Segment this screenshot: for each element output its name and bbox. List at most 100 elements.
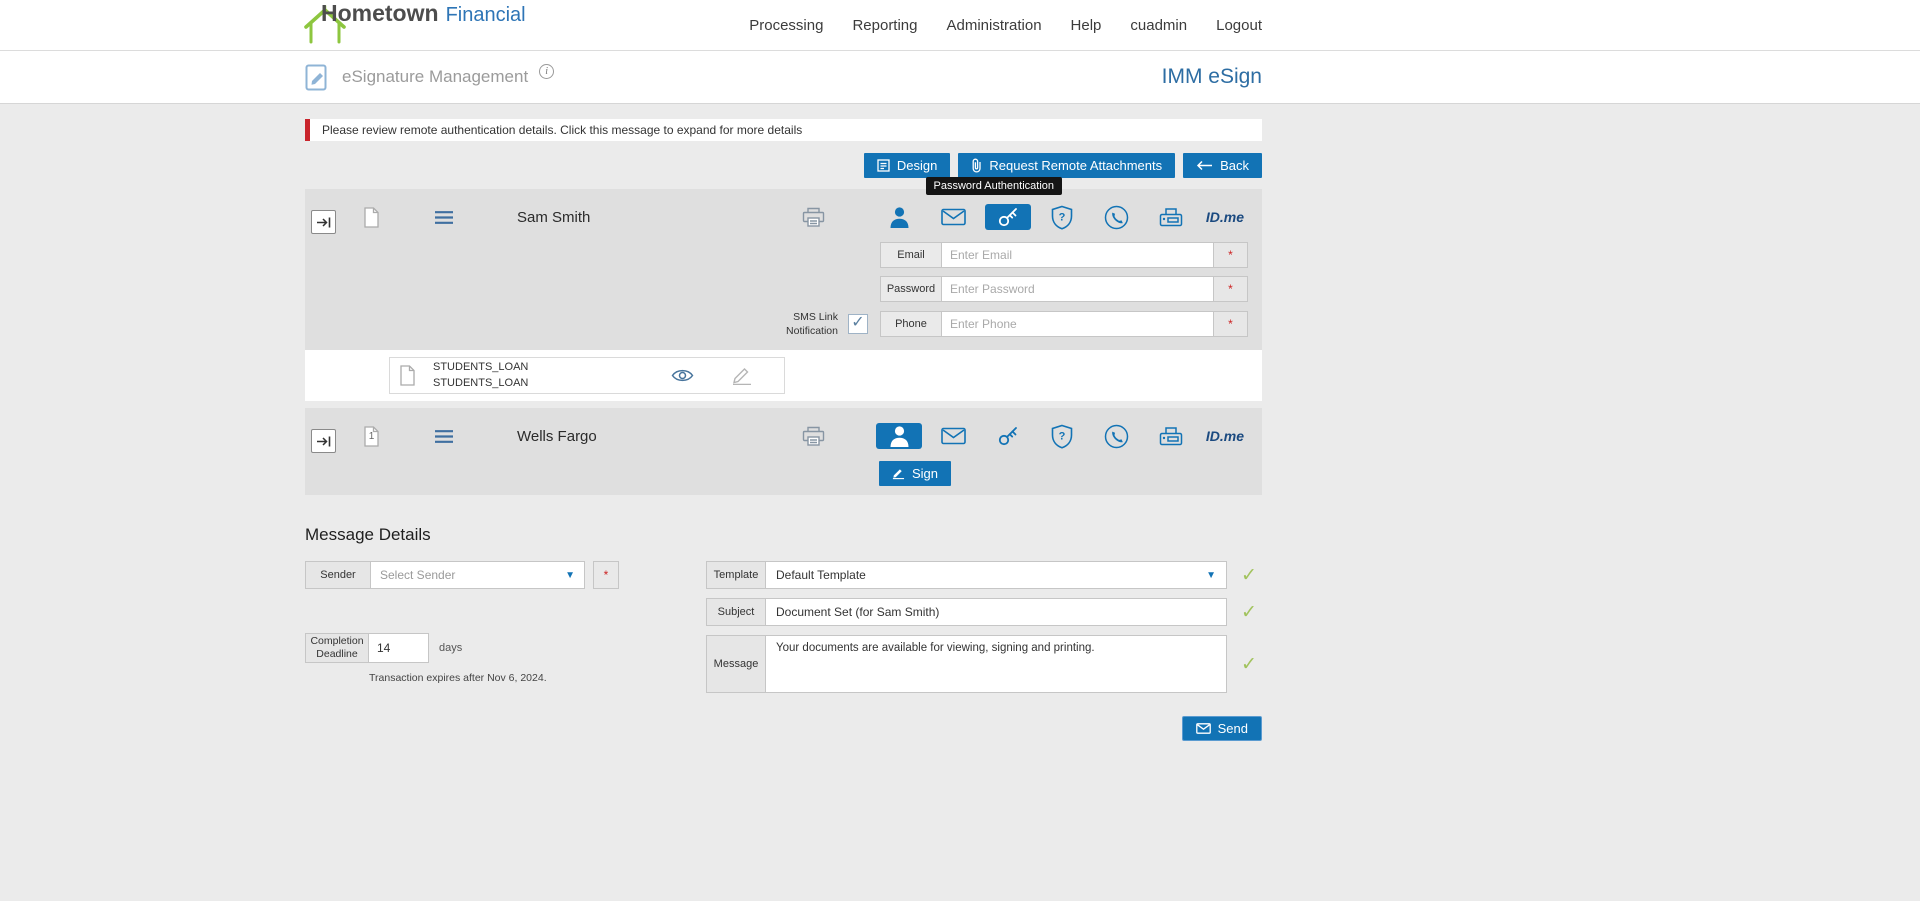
brand-logo: Hometown Financial	[304, 0, 526, 50]
idme-logo[interactable]: ID.me	[1202, 423, 1248, 449]
password-label: Password	[880, 276, 942, 302]
document-item: STUDENTS_LOAN STUDENTS_LOAN	[389, 357, 785, 395]
signer-panel-sam-smith: Sam Smith ? ID.me Email Enter Email * Pa…	[305, 189, 1262, 351]
svg-text:?: ?	[1059, 430, 1066, 442]
brand-suffix: Financial	[445, 4, 526, 26]
paperclip-icon	[972, 158, 982, 173]
design-button[interactable]: Design	[863, 153, 951, 178]
sender-select[interactable]: Select Sender ▼	[371, 561, 585, 590]
brand-name: Hometown	[321, 0, 439, 26]
chevron-down-icon: ▼	[565, 569, 575, 581]
printer-icon[interactable]	[802, 426, 825, 447]
days-unit-label: days	[439, 642, 463, 655]
subject-field[interactable]	[766, 598, 1227, 627]
arrow-to-bar-icon	[316, 436, 330, 447]
security-question-icon[interactable]: ?	[1039, 423, 1085, 449]
authentication-options: ? ID.me	[876, 204, 1248, 230]
email-auth-icon[interactable]	[930, 204, 976, 230]
email-field[interactable]	[942, 242, 1214, 268]
signer-route-button[interactable]	[311, 429, 336, 454]
template-select[interactable]: Default Template ▼	[766, 561, 1227, 590]
check-icon: ✓	[1241, 653, 1257, 675]
check-icon: ✓	[851, 314, 865, 332]
svg-text:?: ?	[1059, 211, 1066, 223]
esign-document-icon	[305, 64, 330, 91]
document-title: STUDENTS_LOAN STUDENTS_LOAN	[433, 361, 529, 389]
signer-name: Wells Fargo	[517, 427, 597, 445]
document-list-row: STUDENTS_LOAN STUDENTS_LOAN	[305, 350, 1262, 402]
nav-item-reporting[interactable]: Reporting	[852, 17, 917, 34]
document-count-icon: 1	[364, 426, 379, 447]
email-auth-icon[interactable]	[930, 423, 976, 449]
send-envelope-icon	[1195, 723, 1211, 735]
completion-deadline-field[interactable]	[369, 633, 429, 664]
expiration-note: Transaction expires after Nov 6, 2024.	[369, 672, 547, 685]
phone-field[interactable]	[942, 311, 1214, 338]
phone-label: Phone	[880, 311, 942, 338]
required-marker: *	[1214, 276, 1248, 302]
sign-button[interactable]: Sign	[879, 461, 951, 487]
required-marker: *	[593, 561, 619, 590]
authentication-options: ? ID.me	[876, 423, 1248, 450]
info-icon[interactable]: i	[539, 64, 555, 79]
security-question-icon[interactable]: ?	[1039, 204, 1085, 230]
password-authentication-tooltip: Password Authentication	[925, 177, 1062, 195]
signer-route-button[interactable]	[311, 210, 336, 234]
signer-name: Sam Smith	[517, 208, 591, 226]
check-icon: ✓	[1241, 601, 1257, 623]
fax-icon[interactable]	[1148, 423, 1194, 449]
in-person-icon[interactable]	[876, 204, 922, 230]
sms-link-notification-label: SMS Link Notification	[786, 311, 838, 338]
arrow-to-bar-icon	[316, 217, 330, 227]
signer-panel-wells-fargo: 1 Wells Fargo ? ID.me Sign	[305, 408, 1262, 496]
nav-item-processing[interactable]: Processing	[749, 17, 823, 34]
required-marker: *	[1214, 311, 1248, 338]
design-icon	[877, 159, 890, 172]
page-header: eSignature Management i IMM eSign	[0, 51, 1920, 104]
send-button[interactable]: Send	[1181, 716, 1262, 742]
template-label: Template	[706, 561, 766, 590]
required-marker: *	[1214, 242, 1248, 268]
phone-call-icon[interactable]	[1093, 204, 1139, 230]
sms-link-notification-checkbox[interactable]: ✓	[848, 314, 868, 335]
nav-item-administration[interactable]: Administration	[947, 17, 1042, 34]
password-auth-icon[interactable]	[984, 204, 1031, 230]
document-count: 1	[368, 430, 375, 442]
printer-icon[interactable]	[802, 207, 825, 228]
password-field[interactable]	[942, 276, 1214, 302]
top-bar: Hometown Financial Processing Reporting …	[0, 0, 1920, 51]
nav-item-help[interactable]: Help	[1071, 17, 1102, 34]
preview-eye-icon[interactable]	[671, 368, 694, 383]
document-page-icon	[400, 365, 415, 386]
in-person-icon[interactable]	[876, 423, 922, 450]
page-title: eSignature Management	[342, 67, 529, 86]
back-button[interactable]: Back	[1183, 153, 1262, 178]
password-auth-form: Email * Password * SMS Link Notification…	[305, 235, 1262, 350]
message-details-heading: Message Details	[305, 525, 431, 545]
request-remote-attachments-button[interactable]: Request Remote Attachments	[958, 153, 1176, 178]
chevron-down-icon: ▼	[1206, 569, 1216, 581]
subject-label: Subject	[706, 598, 766, 627]
nav-item-user[interactable]: cuadmin	[1130, 17, 1187, 34]
password-auth-icon[interactable]	[985, 423, 1031, 449]
product-name: IMM eSign	[1161, 65, 1262, 88]
email-label: Email	[880, 242, 942, 268]
idme-logo[interactable]: ID.me	[1202, 204, 1248, 230]
notification-banner[interactable]: Please review remote authentication deta…	[305, 119, 1262, 141]
drag-handle-icon[interactable]	[435, 210, 453, 224]
message-field[interactable]: Your documents are available for viewing…	[766, 635, 1227, 694]
document-page-icon	[364, 206, 379, 228]
drag-handle-icon[interactable]	[435, 429, 453, 443]
nav-item-logout[interactable]: Logout	[1216, 17, 1262, 34]
completion-deadline-label: Completion Deadline	[305, 633, 369, 664]
check-icon: ✓	[1241, 564, 1257, 586]
sign-pen-icon[interactable]	[730, 366, 754, 386]
toolbar: Design Request Remote Attachments Back P…	[305, 153, 1262, 195]
back-arrow-icon	[1197, 160, 1213, 171]
phone-call-icon[interactable]	[1093, 423, 1139, 449]
sender-label: Sender	[305, 561, 371, 590]
fax-icon[interactable]	[1148, 204, 1194, 230]
message-label: Message	[706, 635, 766, 694]
top-navigation: Processing Reporting Administration Help…	[749, 17, 1262, 34]
sign-pen-icon	[892, 469, 905, 480]
